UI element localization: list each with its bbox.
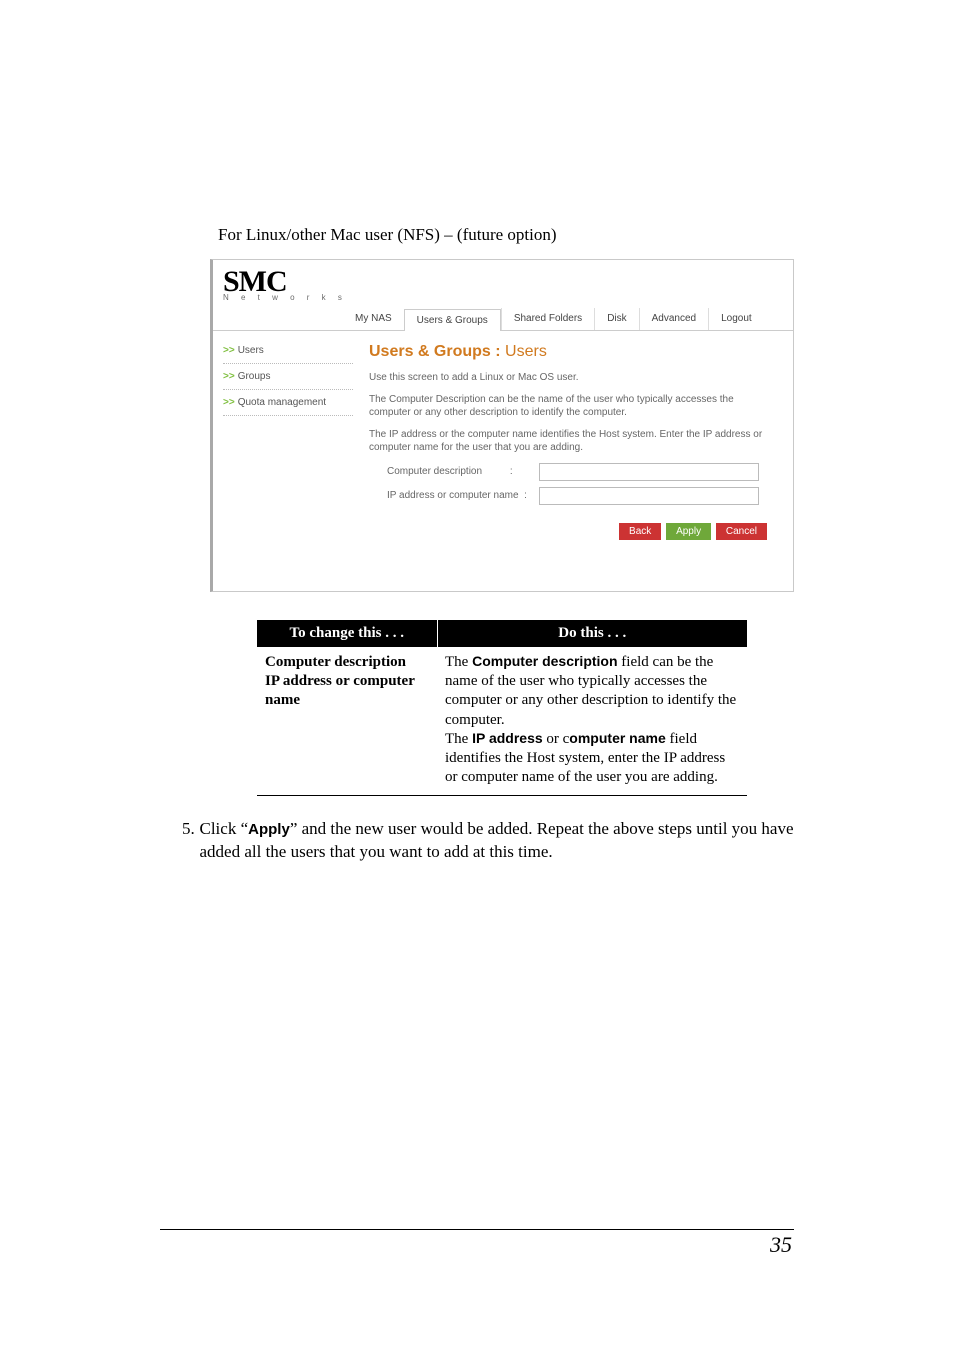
back-button[interactable]: Back — [619, 523, 661, 540]
help-left-cell: Computer description IP address or compu… — [257, 647, 437, 796]
divider — [223, 389, 353, 390]
chevron-icon: >> — [223, 397, 235, 408]
sidebar: >>Users >>Groups >>Quota management — [213, 331, 363, 591]
panel-title-light: Users — [505, 343, 547, 360]
sidebar-item-users[interactable]: >>Users — [223, 341, 353, 360]
tab-users-groups[interactable]: Users & Groups — [404, 309, 501, 331]
sidebar-item-label: Quota management — [238, 397, 326, 408]
sidebar-item-label: Groups — [238, 371, 271, 382]
apply-button[interactable]: Apply — [666, 523, 711, 540]
panel-desc-3: The IP address or the computer name iden… — [369, 428, 773, 455]
panel-title-bold: Users & Groups : — [369, 343, 505, 360]
tab-disk[interactable]: Disk — [594, 308, 638, 330]
label-ip-or-name: IP address or computer name : — [369, 490, 539, 501]
help-table: To change this . . . Do this . . . Compu… — [257, 620, 747, 796]
footer-rule — [160, 1229, 794, 1230]
ip-or-computer-name-input[interactable] — [539, 487, 759, 505]
step-number: 5. — [182, 818, 200, 864]
intro-text: For Linux/other Mac user (NFS) – (future… — [218, 225, 794, 245]
table-row: Computer description IP address or compu… — [257, 647, 747, 796]
divider — [223, 415, 353, 416]
step-5: 5. Click “Apply” and the new user would … — [182, 818, 794, 864]
tab-shared-folders[interactable]: Shared Folders — [501, 308, 594, 330]
label-computer-description: Computer description : — [369, 466, 539, 477]
tab-logout[interactable]: Logout — [708, 308, 764, 330]
panel-title: Users & Groups : Users — [369, 343, 773, 361]
step-text: Click “Apply” and the new user would be … — [200, 818, 795, 864]
brand-logo: SMC — [223, 268, 783, 295]
sidebar-item-groups[interactable]: >>Groups — [223, 367, 353, 386]
chevron-icon: >> — [223, 345, 235, 356]
page-footer: 35 — [160, 1229, 794, 1258]
tab-my-nas[interactable]: My NAS — [343, 308, 404, 330]
computer-description-input[interactable] — [539, 463, 759, 481]
divider — [223, 363, 353, 364]
page-number: 35 — [160, 1232, 794, 1258]
help-header-right: Do this . . . — [437, 620, 747, 647]
cancel-button[interactable]: Cancel — [716, 523, 767, 540]
embedded-screenshot: SMC N e t w o r k s My NAS Users & Group… — [210, 259, 794, 592]
chevron-icon: >> — [223, 371, 235, 382]
help-header-left: To change this . . . — [257, 620, 437, 647]
panel-desc-2: The Computer Description can be the name… — [369, 393, 773, 420]
tab-bar: My NAS Users & Groups Shared Folders Dis… — [213, 308, 793, 330]
panel-desc-1: Use this screen to add a Linux or Mac OS… — [369, 371, 773, 385]
help-right-cell: The Computer description field can be th… — [437, 647, 747, 796]
sidebar-item-quota[interactable]: >>Quota management — [223, 393, 353, 412]
tab-advanced[interactable]: Advanced — [639, 308, 708, 330]
sidebar-item-label: Users — [238, 345, 264, 356]
brand-logo-subtext: N e t w o r k s — [223, 293, 783, 302]
